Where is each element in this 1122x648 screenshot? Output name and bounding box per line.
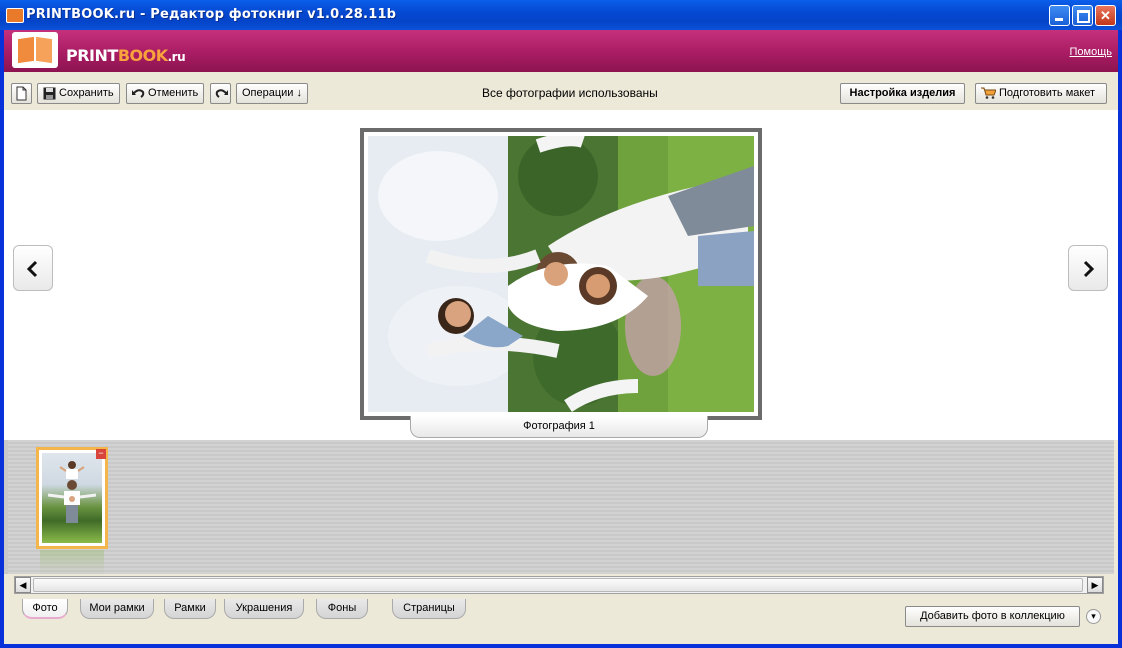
title-bar: PRINTBOOK.ru - Редактор фотокниг v1.0.28…	[0, 0, 1122, 30]
strip-scrollbar[interactable]: ◀ ▶	[14, 576, 1104, 594]
previous-page-button[interactable]	[13, 245, 53, 291]
tab-backgrounds[interactable]: Фоны	[316, 599, 368, 619]
photo-caption: Фотография 1	[523, 420, 595, 432]
undo-icon	[132, 88, 145, 98]
thumbnail-image	[42, 453, 102, 543]
minimize-icon	[1050, 6, 1069, 25]
brand-part-book: BOOK	[117, 46, 168, 65]
editor-canvas: Фотография 1	[4, 110, 1118, 440]
save-button[interactable]: Сохранить	[37, 83, 120, 104]
tab-decorations[interactable]: Украшения	[224, 599, 304, 619]
app-book-icon	[6, 8, 24, 23]
close-button[interactable]: ✕	[1095, 5, 1116, 26]
window-title: PRINTBOOK.ru - Редактор фотокниг v1.0.28…	[26, 7, 397, 22]
brand-part-ru: .ru	[167, 50, 186, 64]
maximize-button[interactable]	[1072, 5, 1093, 26]
redo-icon	[215, 89, 228, 98]
maximize-icon	[1073, 6, 1092, 25]
tab-pages[interactable]: Страницы	[392, 599, 466, 619]
tab-photo[interactable]: Фото	[22, 599, 68, 619]
printbook-logo-icon	[12, 32, 58, 68]
prepare-layout-button[interactable]: Подготовить макет	[975, 83, 1107, 104]
prepare-layout-label: Подготовить макет	[999, 87, 1096, 99]
operations-menu-button[interactable]: Операции ↓	[236, 83, 309, 104]
scroll-right-arrow-icon[interactable]: ▶	[1087, 577, 1103, 593]
photo-caption-tab: Фотография 1	[410, 416, 708, 438]
new-document-button[interactable]	[11, 83, 32, 104]
help-link[interactable]: Помощь	[1070, 46, 1113, 58]
undo-label: Отменить	[148, 87, 199, 99]
thumbnail-reflection	[40, 550, 104, 576]
product-settings-button[interactable]: Настройка изделия	[840, 83, 965, 104]
tab-my-frames[interactable]: Мои рамки	[80, 599, 154, 619]
shopping-cart-icon	[981, 87, 996, 99]
new-document-icon	[16, 86, 27, 101]
brand-header: PRINTBOOK.ru Помощь	[4, 30, 1118, 72]
bottom-panel: Фото Мои рамки Рамки Украшения Фоны Стра…	[4, 596, 1118, 644]
photo-strip: −	[4, 440, 1114, 576]
toolbar: Сохранить Отменить Операции ↓ Все фотогр…	[4, 72, 1118, 111]
next-page-button[interactable]	[1068, 245, 1108, 291]
undo-button[interactable]: Отменить	[126, 83, 205, 104]
family-photo[interactable]	[368, 136, 754, 412]
scrollbar-thumb[interactable]	[33, 578, 1083, 592]
save-label: Сохранить	[59, 87, 114, 99]
chevron-down-icon[interactable]: ▾	[1086, 609, 1101, 624]
chevron-left-icon	[26, 260, 38, 278]
tab-frames[interactable]: Рамки	[164, 599, 216, 619]
photo-container	[364, 132, 758, 416]
status-text: Все фотографии использованы	[482, 86, 658, 100]
scroll-left-arrow-icon[interactable]: ◀	[15, 577, 31, 593]
remove-photo-button[interactable]: −	[96, 449, 106, 459]
family-photo-illustration	[368, 136, 754, 412]
floppy-disk-icon	[43, 87, 56, 100]
add-photo-to-collection-button[interactable]: Добавить фото в коллекцию	[905, 606, 1080, 627]
brand-part-print: PRINT	[66, 46, 118, 65]
thumbnail-illustration	[47, 461, 97, 523]
photo-thumbnail[interactable]: −	[36, 447, 108, 549]
chevron-right-icon	[1083, 260, 1095, 278]
minimize-button[interactable]	[1049, 5, 1070, 26]
close-icon: ✕	[1100, 8, 1111, 23]
photo-frame[interactable]	[360, 128, 762, 420]
brand-name: PRINTBOOK.ru	[66, 46, 186, 65]
redo-button[interactable]	[210, 83, 231, 104]
